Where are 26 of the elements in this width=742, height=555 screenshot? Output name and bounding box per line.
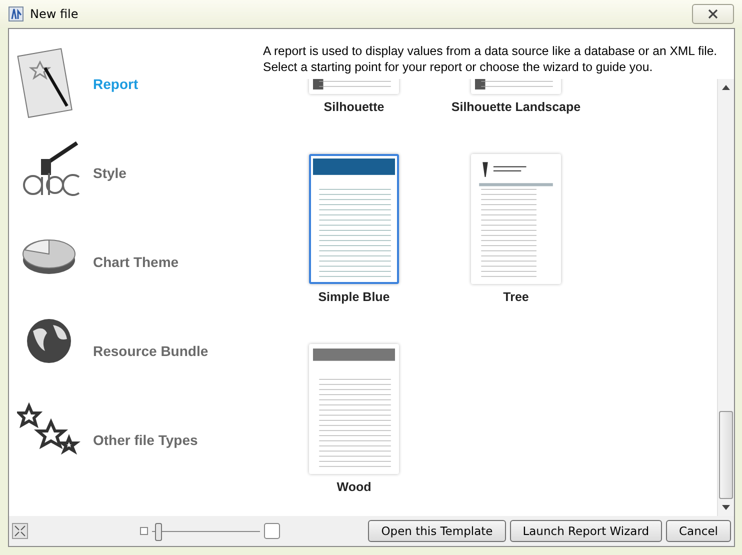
sidebar-item[interactable]: Style [9, 128, 259, 217]
scroll-thumb[interactable] [719, 411, 733, 499]
template-label: Tree [503, 290, 529, 304]
sidebar-item[interactable]: Other file Types [9, 395, 259, 484]
small-size-icon [140, 527, 148, 535]
close-button[interactable] [692, 4, 734, 24]
template-label: Wood [336, 480, 372, 494]
dialog-button[interactable]: Open this Template [368, 520, 506, 542]
scrollbar[interactable] [717, 79, 734, 516]
dialog-button[interactable]: Launch Report Wizard [510, 520, 662, 542]
window-title: New file [30, 7, 78, 21]
fullscreen-icon[interactable] [12, 523, 28, 539]
dialog-button[interactable]: Cancel [666, 520, 731, 542]
large-size-icon [264, 523, 280, 539]
sidebar-item[interactable]: Chart Theme [9, 217, 259, 306]
app-icon [8, 6, 24, 22]
sidebar-item[interactable]: Report [9, 39, 259, 128]
zoom-slider[interactable] [152, 521, 260, 541]
scroll-up-icon[interactable] [722, 85, 730, 90]
template-label: Simple Blue [318, 290, 390, 304]
close-icon [708, 9, 718, 19]
scroll-down-icon[interactable] [722, 505, 730, 510]
template-label: Silhouette Landscape [451, 100, 581, 114]
description-text: A report is used to display values from a data source like a database or an XML file. Select a starting point for your report or choose the wizard to guide you. [263, 43, 718, 75]
sidebar-item[interactable]: Resource Bundle [9, 306, 259, 395]
template-label: Silhouette [324, 100, 384, 114]
